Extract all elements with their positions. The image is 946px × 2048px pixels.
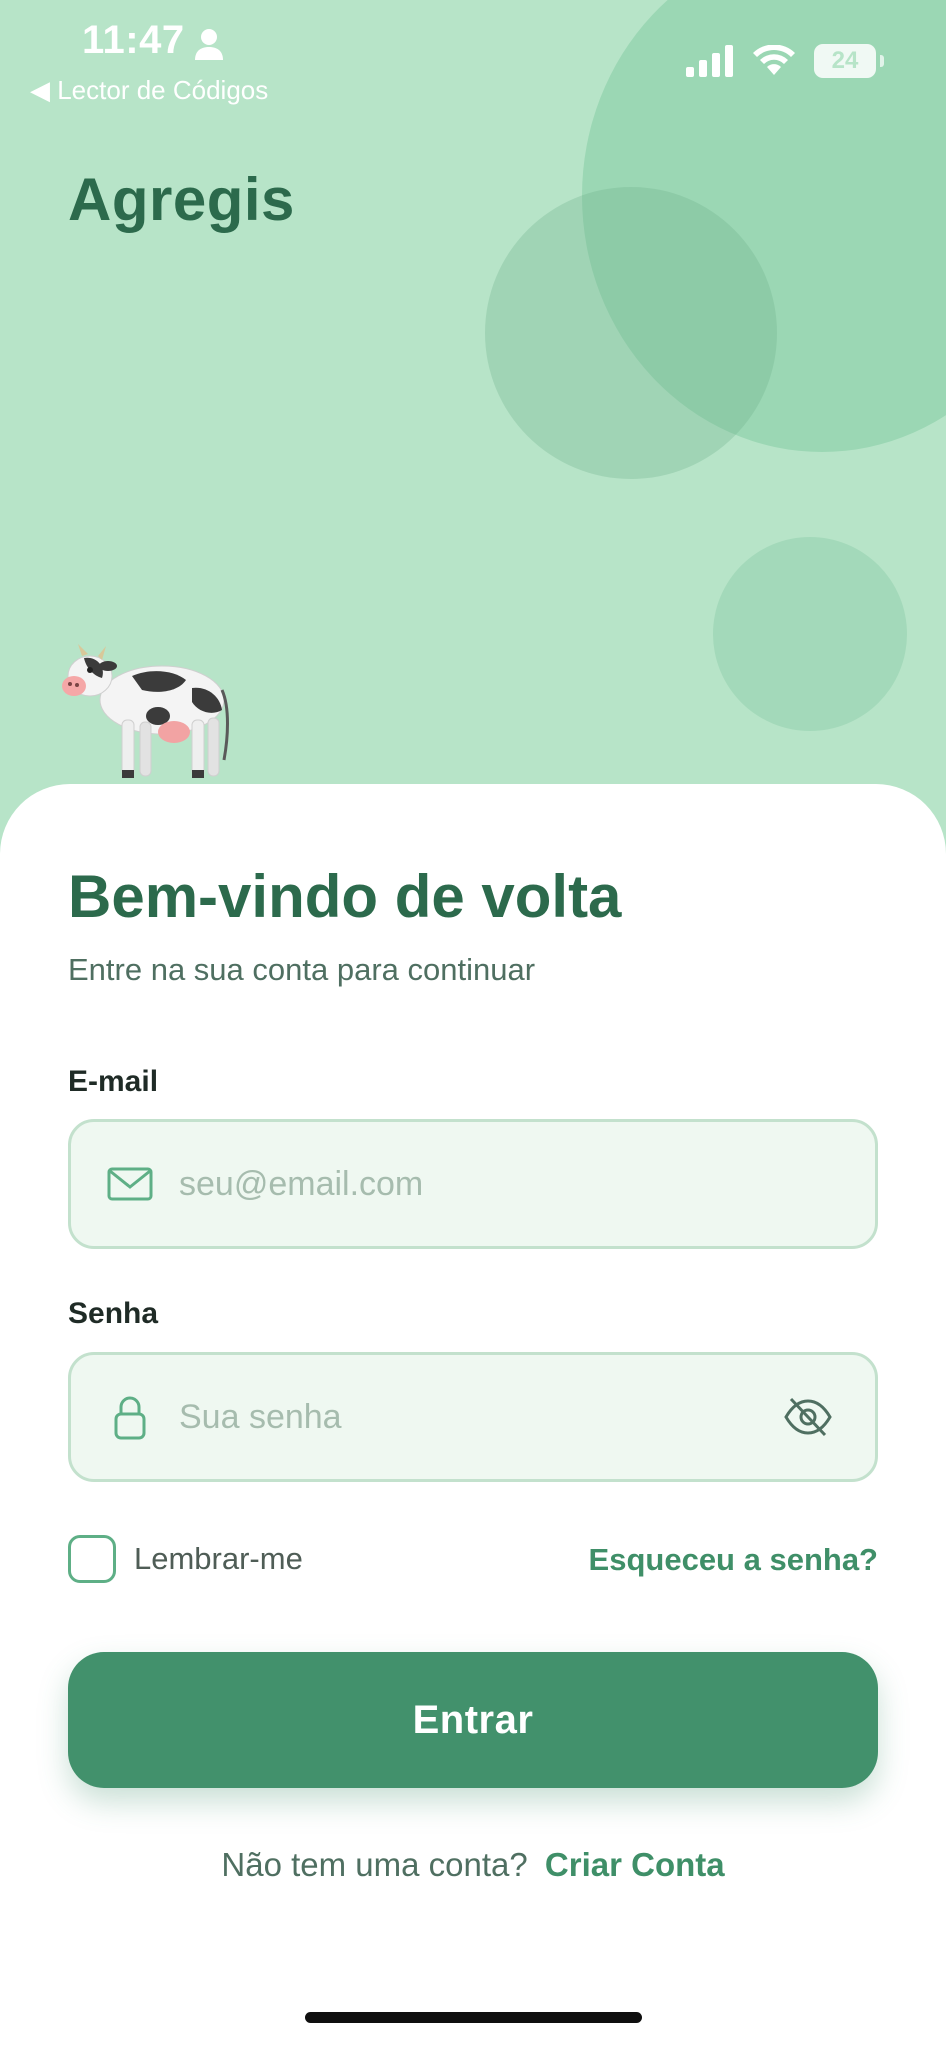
status-indicators: 24 [686,44,884,78]
back-to-app-link[interactable]: ◀ Lector de Códigos [30,75,268,106]
forgot-password-link[interactable]: Esqueceu a senha? [589,1542,878,1578]
decorative-circle-medium [485,187,777,479]
battery-level: 24 [831,47,859,74]
login-button[interactable]: Entrar [68,1652,878,1788]
remember-me-label[interactable]: Lembrar-me [134,1541,303,1577]
battery-icon: 24 [814,44,876,78]
login-button-label: Entrar [412,1697,534,1742]
status-time: 11:47 [82,18,185,62]
cow-icon [62,644,229,778]
app-title: Agregis [68,166,295,233]
signup-prompt-text: Não tem uma conta? [221,1846,528,1883]
password-field-container[interactable] [68,1352,878,1482]
header-background: 11:47 ◀ Lector de Códigos 24 Agregis [0,0,946,860]
wifi-icon [753,45,795,75]
password-label: Senha [68,1297,159,1330]
create-account-link[interactable]: Criar Conta [545,1846,725,1883]
remember-me-option[interactable]: Lembrar-me [68,1535,303,1583]
mail-icon [107,1167,153,1201]
password-input[interactable] [179,1355,775,1479]
decorative-circle-small [713,537,907,731]
welcome-subtitle: Entre na sua conta para continuar [68,952,536,987]
email-label: E-mail [68,1065,159,1098]
email-field-container[interactable] [68,1119,878,1249]
battery-cap [880,55,884,67]
remember-me-checkbox[interactable] [68,1535,116,1583]
signup-prompt: Não tem uma conta? Criar Conta [0,1846,946,1884]
person-icon [195,29,223,60]
welcome-title: Bem-vindo de volta [68,863,622,930]
eye-off-icon[interactable] [783,1395,833,1439]
home-indicator[interactable] [305,2012,642,2023]
lock-icon [114,1396,146,1440]
email-input[interactable] [179,1122,775,1246]
signal-icon [686,45,733,77]
